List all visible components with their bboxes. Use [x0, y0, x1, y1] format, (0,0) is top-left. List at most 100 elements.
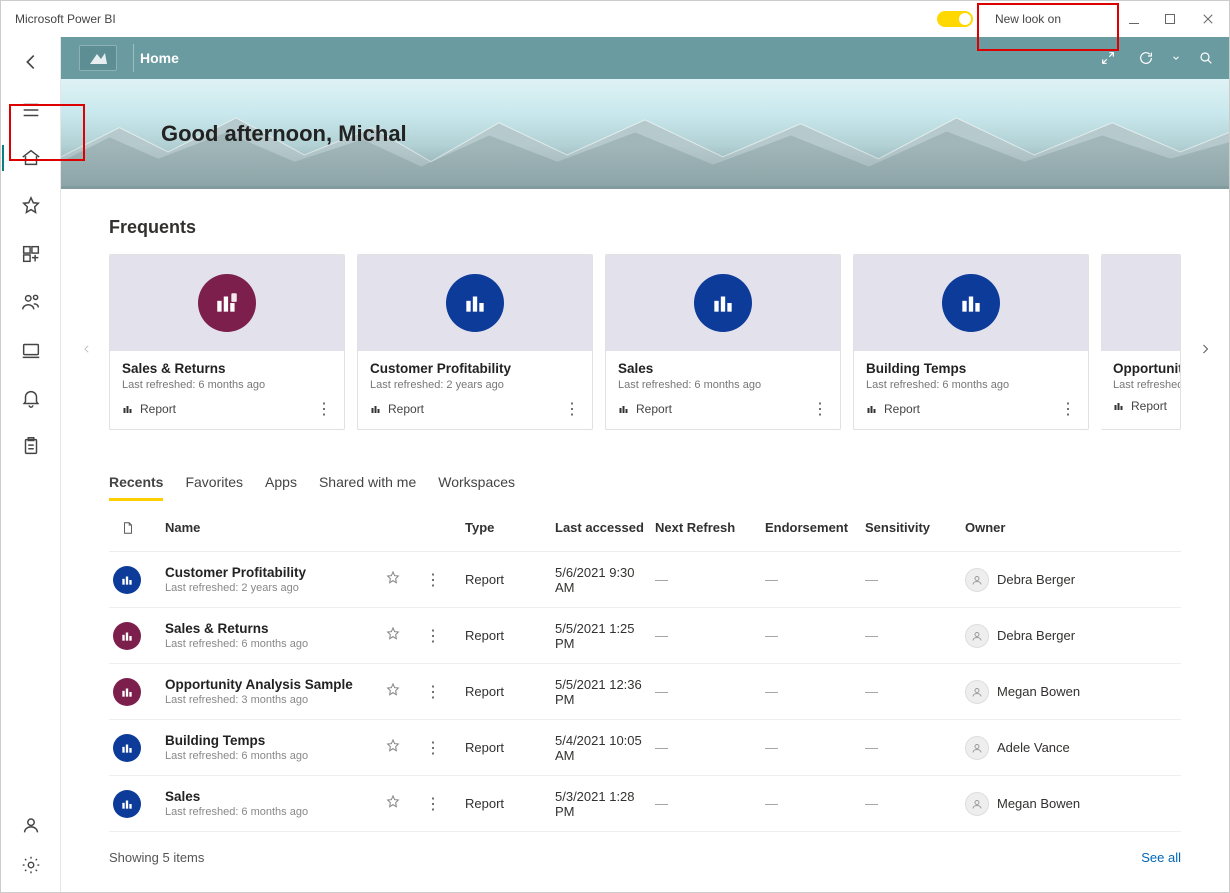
- row-last-accessed: 5/3/2021 1:28 PM: [555, 789, 655, 819]
- favorite-star-icon[interactable]: [385, 626, 425, 645]
- row-more-icon[interactable]: ⋮: [425, 738, 465, 758]
- report-icon: [694, 274, 752, 332]
- chevron-down-icon[interactable]: [1169, 43, 1183, 73]
- new-look-toggle[interactable]: [937, 11, 973, 27]
- tab-shared[interactable]: Shared with me: [319, 474, 416, 501]
- report-icon: [942, 274, 1000, 332]
- card-subtitle: Last refreshed: 6 months ago: [122, 379, 332, 391]
- home-icon[interactable]: [20, 147, 42, 169]
- row-endorsement: —: [765, 684, 865, 699]
- card-type: Report: [618, 402, 672, 416]
- card-subtitle: Last refreshed: 6 months ago: [618, 379, 828, 391]
- row-owner: Megan Bowen: [965, 680, 1125, 704]
- table-body: Customer ProfitabilityLast refreshed: 2 …: [109, 552, 1181, 832]
- card-type: Report: [866, 402, 920, 416]
- report-icon: [113, 566, 141, 594]
- back-icon[interactable]: [20, 51, 42, 73]
- app-name: Microsoft Power BI: [15, 12, 937, 26]
- notifications-icon[interactable]: [20, 387, 42, 409]
- row-more-icon[interactable]: ⋮: [425, 794, 465, 814]
- tab-recents[interactable]: Recents: [109, 474, 163, 501]
- favorite-star-icon[interactable]: [385, 738, 425, 757]
- row-next-refresh: —: [655, 796, 765, 811]
- row-type: Report: [465, 740, 555, 755]
- favorite-star-icon[interactable]: [385, 682, 425, 701]
- page-title: Home: [140, 50, 179, 66]
- card-type: Report: [1113, 399, 1167, 413]
- clipboard-icon[interactable]: [20, 435, 42, 457]
- close-button[interactable]: [1201, 12, 1215, 26]
- col-next: Next Refresh: [655, 520, 765, 539]
- row-name: Building TempsLast refreshed: 6 months a…: [165, 733, 385, 762]
- row-endorsement: —: [765, 572, 865, 587]
- row-next-refresh: —: [655, 740, 765, 755]
- avatar-icon: [965, 624, 989, 648]
- tab-apps[interactable]: Apps: [265, 474, 297, 501]
- row-next-refresh: —: [655, 572, 765, 587]
- workspaces-icon[interactable]: [20, 339, 42, 361]
- card-more-icon[interactable]: ⋮: [564, 399, 580, 419]
- shared-icon[interactable]: [20, 291, 42, 313]
- frequents-card[interactable]: Building Temps Last refreshed: 6 months …: [853, 254, 1089, 430]
- avatar-icon: [965, 680, 989, 704]
- favorite-star-icon[interactable]: [385, 794, 425, 813]
- frequents-card-partial[interactable]: Opportunity A Last refreshed: 3 Report: [1101, 254, 1181, 430]
- header-band: Home: [61, 37, 1229, 79]
- col-last: Last accessed: [555, 520, 655, 539]
- favorite-star-icon[interactable]: [385, 570, 425, 589]
- table-row[interactable]: Opportunity Analysis SampleLast refreshe…: [109, 664, 1181, 720]
- expand-icon[interactable]: [1093, 43, 1123, 73]
- menu-hamburger-icon[interactable]: [20, 99, 42, 121]
- frequents-heading: Frequents: [109, 217, 1181, 238]
- search-icon[interactable]: [1191, 43, 1221, 73]
- refresh-icon[interactable]: [1131, 43, 1161, 73]
- apps-icon[interactable]: [20, 243, 42, 265]
- brand-logo[interactable]: [79, 45, 117, 71]
- card-subtitle: Last refreshed: 3: [1113, 379, 1168, 391]
- see-all-link[interactable]: See all: [1141, 850, 1181, 865]
- table-row[interactable]: Building TempsLast refreshed: 6 months a…: [109, 720, 1181, 776]
- card-more-icon[interactable]: ⋮: [812, 399, 828, 419]
- card-more-icon[interactable]: ⋮: [1060, 399, 1076, 419]
- table-row[interactable]: Sales & ReturnsLast refreshed: 6 months …: [109, 608, 1181, 664]
- tab-favorites[interactable]: Favorites: [185, 474, 243, 501]
- col-owner: Owner: [965, 520, 1125, 539]
- card-subtitle: Last refreshed: 2 years ago: [370, 379, 580, 391]
- row-last-accessed: 5/5/2021 12:36 PM: [555, 677, 655, 707]
- settings-icon[interactable]: [20, 854, 42, 876]
- frequents-card[interactable]: Customer Profitability Last refreshed: 2…: [357, 254, 593, 430]
- favorites-icon[interactable]: [20, 195, 42, 217]
- row-more-icon[interactable]: ⋮: [425, 570, 465, 590]
- row-type: Report: [465, 628, 555, 643]
- hero-banner: Good afternoon, Michal: [61, 79, 1229, 189]
- account-icon[interactable]: [20, 814, 42, 836]
- frequents-card[interactable]: Sales & Returns Last refreshed: 6 months…: [109, 254, 345, 430]
- row-more-icon[interactable]: ⋮: [425, 682, 465, 702]
- frequents-carousel: Sales & Returns Last refreshed: 6 months…: [109, 254, 1181, 430]
- card-title: Customer Profitability: [370, 361, 580, 376]
- minimize-button[interactable]: [1129, 15, 1143, 24]
- table-header: Name Type Last accessed Next Refresh End…: [109, 502, 1181, 552]
- carousel-right-button[interactable]: [1195, 334, 1215, 364]
- card-title: Sales & Returns: [122, 361, 332, 376]
- tab-workspaces[interactable]: Workspaces: [438, 474, 515, 501]
- report-icon: [446, 274, 504, 332]
- row-more-icon[interactable]: ⋮: [425, 626, 465, 646]
- row-last-accessed: 5/5/2021 1:25 PM: [555, 621, 655, 651]
- row-endorsement: —: [765, 740, 865, 755]
- frequents-card[interactable]: Sales Last refreshed: 6 months ago Repor…: [605, 254, 841, 430]
- row-owner: Adele Vance: [965, 736, 1125, 760]
- card-more-icon[interactable]: ⋮: [316, 399, 332, 419]
- count-label: Showing 5 items: [109, 850, 204, 865]
- table-row[interactable]: SalesLast refreshed: 6 months ago ⋮ Repo…: [109, 776, 1181, 832]
- table-row[interactable]: Customer ProfitabilityLast refreshed: 2 …: [109, 552, 1181, 608]
- maximize-button[interactable]: [1165, 14, 1179, 24]
- row-type: Report: [465, 796, 555, 811]
- card-type: Report: [370, 402, 424, 416]
- row-owner: Debra Berger: [965, 568, 1125, 592]
- carousel-left-button[interactable]: [77, 334, 97, 364]
- col-endorsement: Endorsement: [765, 520, 865, 539]
- row-type: Report: [465, 572, 555, 587]
- row-sensitivity: —: [865, 684, 965, 699]
- card-title: Building Temps: [866, 361, 1076, 376]
